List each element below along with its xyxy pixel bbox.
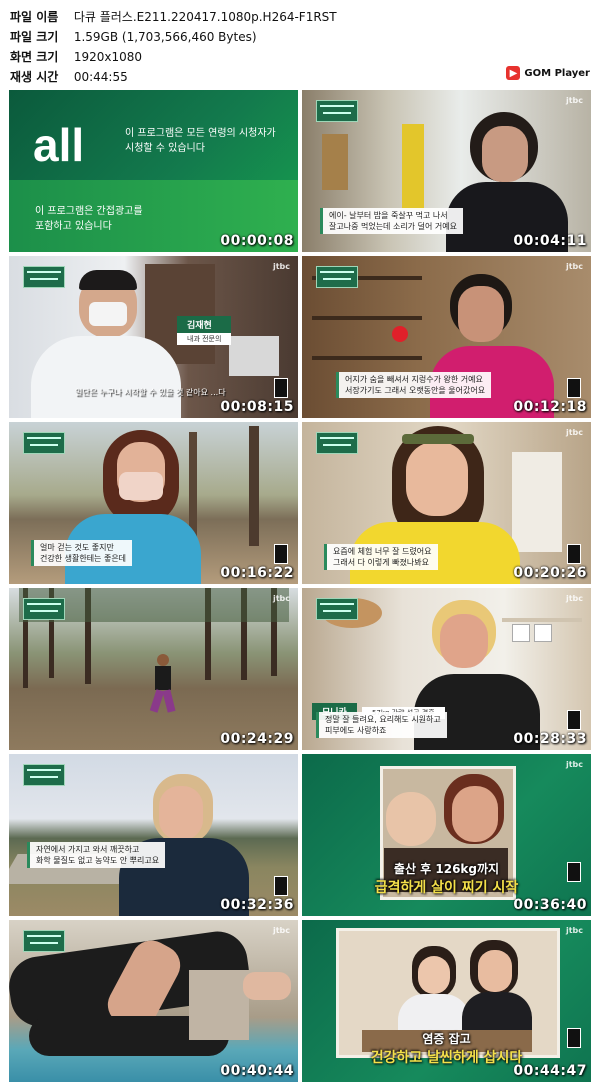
thumbnail-12[interactable]: jtbc 염증 잡고 건강하고 날씬하게 삽시다 00:44:47 [302, 920, 591, 1082]
rating-notice-line2: 시청할 수 있습니다 [125, 143, 205, 154]
subtitle-caption: 정말 잘 들려요, 요리해도 시원하고 피부에도 사랑하죠 [316, 712, 447, 738]
jtbc-logo: jtbc [565, 594, 583, 603]
name-card: 김재현 내과 전문의 [177, 316, 232, 345]
program-badge [23, 764, 65, 786]
timestamp: 00:00:08 [220, 233, 294, 249]
ppl-notice-line2: 포함하고 있습니다 [35, 221, 112, 232]
big-caption-line1: 출산 후 126kg까지 [393, 862, 500, 876]
duration-label: 재생 시간 [10, 70, 59, 84]
file-name-row: 파일 이름 다큐 플러스.E211.220417.1080p.H264-F1RS… [10, 8, 337, 28]
jtbc-logo: jtbc [565, 760, 583, 769]
jtbc-logo: jtbc [565, 262, 583, 271]
jtbc-logo: jtbc [272, 594, 290, 603]
gom-player-logo: ▶ GOM Player [506, 65, 590, 81]
rating-card-scene: all 이 프로그램은 모든 연령의 시청자가 시청할 수 있습니다 이 프로그… [9, 90, 298, 252]
big-caption: 염증 잡고 건강하고 날씬하게 삽시다 [302, 1030, 591, 1067]
subtitle-caption: 일단은 누구나 시작할 수 있을 것 같아요 ...다 [75, 388, 226, 397]
program-badge [316, 432, 358, 454]
rating-badge [567, 862, 581, 882]
thumbnail-9[interactable]: 자연에서 가지고 와서 깨끗하고 화학 물질도 없고 농약도 안 뿌리고요 00… [9, 754, 298, 916]
rating-notice-line1: 이 프로그램은 모든 연령의 시청자가 [125, 128, 276, 139]
jtbc-logo: jtbc [272, 262, 290, 271]
resolution-label: 화면 크기 [10, 50, 59, 64]
person-role: 내과 전문의 [177, 333, 232, 345]
thumbnail-8[interactable]: jtbc 모니카 57kg 감량 성공 결혼 정말 잘 들려요, 요리해도 시원… [302, 588, 591, 750]
timestamp: 00:24:29 [220, 731, 294, 747]
program-badge [316, 598, 358, 620]
timestamp: 00:08:15 [220, 399, 294, 415]
file-name-value: 다큐 플러스.E211.220417.1080p.H264-F1RST [73, 10, 337, 24]
timestamp: 00:36:40 [513, 897, 587, 913]
subtitle-caption: 어지가 숨을 빼셔서 지렁수가 왕한 거예요 서장가기도 그래서 오랫동안을 울… [336, 372, 492, 398]
timestamp: 00:44:47 [513, 1063, 587, 1079]
thumbnail-6[interactable]: jtbc 요즘에 체험 너무 잘 드렸어요 그래서 다 이렇게 빠졌나봐요 00… [302, 422, 591, 584]
timestamp: 00:28:33 [513, 731, 587, 747]
big-caption: 출산 후 126kg까지 급격하게 살이 찌기 시작 [302, 860, 591, 897]
jtbc-logo: jtbc [565, 428, 583, 437]
subtitle-caption: 자연에서 가지고 와서 깨끗하고 화학 물질도 없고 농약도 안 뿌리고요 [27, 842, 166, 868]
resolution-value: 1920x1080 [73, 50, 143, 64]
duration-value: 00:44:55 [73, 70, 128, 84]
thumbnail-11[interactable]: jtbc 00:40:44 [9, 920, 298, 1082]
subtitle-caption: 얼마 걷는 것도 좋지만 건강한 생활한테는 좋은데 [31, 540, 133, 566]
jtbc-logo: jtbc [272, 926, 290, 935]
file-size-label: 파일 크기 [10, 30, 59, 44]
gom-logo-text: GOM Player [524, 67, 590, 79]
big-caption-line1: 염증 잡고 [422, 1032, 471, 1046]
program-badge [23, 432, 65, 454]
ppl-notice: 이 프로그램은 간접광고를 포함하고 있습니다 [35, 204, 143, 234]
jtbc-logo: jtbc [565, 96, 583, 105]
big-caption-line2: 급격하게 살이 찌기 시작 [374, 880, 519, 896]
timestamp: 00:16:22 [220, 565, 294, 581]
subtitle-caption: 에이- 날부터 밥을 죽살꾸 먹고 나서 잘고나중 먹었는데 소리가 덜어 거예… [320, 208, 463, 234]
program-badge [23, 266, 65, 288]
thumbnail-3[interactable]: jtbc 김재현 내과 전문의 일단은 누구나 시작할 수 있을 것 같아요 .… [9, 256, 298, 418]
file-size-value: 1.59GB (1,703,566,460 Bytes) [73, 30, 257, 44]
rating-badge [567, 1028, 581, 1048]
rating-badge [274, 876, 288, 896]
file-size-row: 파일 크기 1.59GB (1,703,566,460 Bytes) [10, 28, 257, 48]
thumbnail-5[interactable]: 얼마 걷는 것도 좋지만 건강한 생활한테는 좋은데 00:16:22 [9, 422, 298, 584]
resolution-row: 화면 크기 1920x1080 [10, 48, 142, 68]
timestamp: 00:20:26 [513, 565, 587, 581]
gom-logo-icon: ▶ [506, 66, 521, 80]
timestamp: 00:32:36 [220, 897, 294, 913]
program-badge [316, 100, 358, 122]
thumbnail-10[interactable]: jtbc 출산 후 126kg까지 급격하게 살이 찌기 시작 00:36:40 [302, 754, 591, 916]
program-badge [316, 266, 358, 288]
file-name-label: 파일 이름 [10, 10, 59, 24]
program-badge [23, 930, 65, 952]
jtbc-logo: jtbc [565, 926, 583, 935]
duration-row: 재생 시간 00:44:55 [10, 68, 128, 88]
rating-notice: 이 프로그램은 모든 연령의 시청자가 시청할 수 있습니다 [125, 126, 276, 156]
rating-badge [274, 544, 288, 564]
rating-badge [567, 544, 581, 564]
thumbnail-7[interactable]: jtbc 00:24:29 [9, 588, 298, 750]
program-badge [23, 598, 65, 620]
rating-badge [567, 378, 581, 398]
person-name: 김재현 [177, 316, 232, 333]
thumbnail-2[interactable]: jtbc 에이- 날부터 밥을 죽살꾸 먹고 나서 잘고나중 먹었는데 소리가 … [302, 90, 591, 252]
rating-badge [567, 710, 581, 730]
file-info-header: 파일 이름 다큐 플러스.E211.220417.1080p.H264-F1RS… [0, 0, 600, 88]
timestamp: 00:12:18 [513, 399, 587, 415]
timestamp: 00:04:11 [513, 233, 587, 249]
thumbnail-4[interactable]: jtbc 어지가 숨을 빼셔서 지렁수가 왕한 거예요 서장가기도 그래서 오랫… [302, 256, 591, 418]
thumbnail-1[interactable]: all 이 프로그램은 모든 연령의 시청자가 시청할 수 있습니다 이 프로그… [9, 90, 298, 252]
timestamp: 00:40:44 [220, 1063, 294, 1079]
ppl-notice-line1: 이 프로그램은 간접광고를 [35, 206, 143, 217]
subtitle-caption: 요즘에 체험 너무 잘 드렸어요 그래서 다 이렇게 빠졌나봐요 [324, 544, 438, 570]
rating-badge [274, 378, 288, 398]
all-rating-mark: all [33, 119, 85, 171]
